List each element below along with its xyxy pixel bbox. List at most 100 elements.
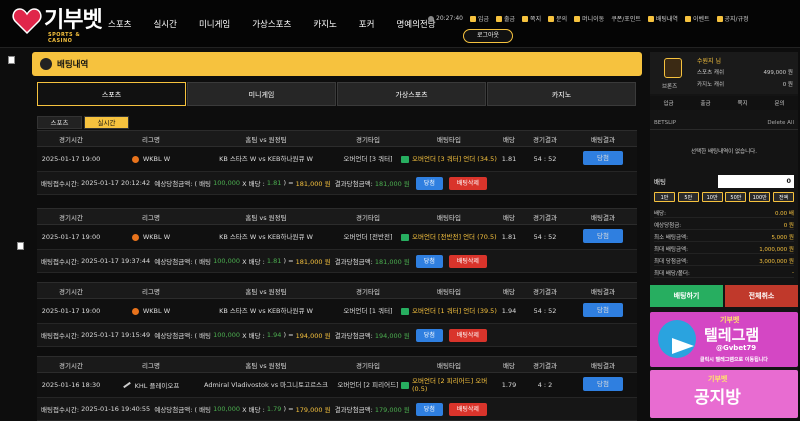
nav-minigame[interactable]: 미니게임 — [199, 18, 230, 30]
place-bet-button[interactable]: 배팅하기 — [650, 285, 723, 307]
vs-label: vs — [258, 307, 266, 315]
paper-plane-icon — [672, 338, 694, 354]
sports-money-row: 스포츠 캐쉬 499,000 원 — [697, 68, 793, 76]
win-button[interactable]: 당첨 — [415, 328, 443, 342]
logo[interactable]: 기부벳 SPORTS & CASINO — [12, 8, 103, 44]
page-title-bar: 배팅내역 — [32, 52, 642, 76]
cancel-all-button[interactable]: 전체취소 — [725, 285, 798, 307]
game-type: 오버언더 [1 쿼터] — [343, 307, 393, 315]
tab-sports[interactable]: 스포츠 — [37, 82, 186, 106]
nav-sports[interactable]: 스포츠 — [108, 18, 131, 30]
header-odds: 배당 — [503, 135, 515, 144]
basketball-icon — [131, 155, 139, 163]
notice-room-banner[interactable]: 기부벳 공지방 — [650, 370, 798, 418]
banner-note: 클릭시 텔레그램으로 이동됩니다 — [700, 357, 768, 363]
result-badge[interactable]: 당첨 — [583, 303, 623, 317]
vs-label: vs — [258, 233, 266, 241]
left-gutter — [0, 48, 30, 415]
delete-bet-button[interactable]: 배팅삭제 — [448, 402, 487, 416]
top-link-bet-history[interactable]: 배팅내역 — [647, 14, 678, 23]
summary-equals: ) = — [283, 257, 294, 265]
nav-poker[interactable]: 포커 — [359, 18, 375, 30]
header-game-type: 경기타입 — [356, 135, 380, 144]
sub-tabs: 스포츠 실시간 — [37, 116, 131, 129]
bet-amount-input[interactable]: 0 — [718, 174, 794, 188]
pick-check-icon — [401, 381, 409, 389]
top-link-coupon[interactable]: 쿠폰/포인트 — [611, 14, 641, 23]
summary-time: 2025-01-16 19:40:55 — [81, 405, 151, 413]
amount-100k-button[interactable]: 10만 — [701, 192, 723, 202]
odds: 1.81 — [501, 155, 517, 163]
summary-odds: 1.81 — [266, 257, 282, 265]
header-bet-type: 배팅타입 — [437, 135, 461, 144]
top-link-event[interactable]: 이벤트 — [684, 14, 710, 23]
summary-result-label: 결과당첨금액: — [334, 258, 373, 266]
mail-icon — [522, 15, 529, 22]
subtab-live[interactable]: 실시간 — [84, 116, 129, 129]
amount-all-button[interactable]: 전액 — [772, 192, 794, 202]
table-row: 2025-01-16 18:30 KHL 플레이오프 Admiral Vladivo… — [37, 373, 637, 398]
win-button[interactable]: 당첨 — [415, 402, 443, 416]
delete-bet-button[interactable]: 배팅삭제 — [448, 176, 487, 190]
nav-live[interactable]: 실시간 — [153, 18, 176, 30]
top-link-notice[interactable]: 공지/규정 — [716, 14, 749, 23]
logout-button[interactable]: 로그아웃 — [463, 29, 513, 43]
delete-all-button[interactable]: Delete All — [767, 120, 794, 127]
amount-500k-button[interactable]: 50만 — [725, 192, 747, 202]
heart-logo-icon — [12, 8, 42, 34]
top-link-deposit[interactable]: 입금 — [469, 14, 489, 23]
bet-table-header: 경기시간 리그명 홈팀 vs 원정팀 경기타입 배팅타입 배당 경기결과 배팅결과 — [37, 356, 637, 373]
top-link-withdraw[interactable]: 출금 — [496, 14, 515, 23]
summary-expected-label: 예상당첨금액: ( 배팅 — [154, 258, 212, 266]
info-value: 1,000,000 원 — [759, 246, 794, 253]
info-min-bet: 최소 배팅금액: 5,000 원 — [654, 232, 794, 242]
result-badge[interactable]: 당첨 — [583, 151, 623, 165]
summary-x-label: X 배당 : — [242, 180, 265, 188]
header-time: 경기시간 — [59, 135, 83, 144]
tab-virtual[interactable]: 가상스포츠 — [337, 82, 486, 106]
header-score: 경기결과 — [533, 135, 557, 144]
odds: 1.94 — [501, 307, 517, 315]
result-badge[interactable]: 당첨 — [583, 377, 623, 391]
clock-time: 20:27:40 — [436, 15, 463, 22]
nav-virtual[interactable]: 가상스포츠 — [252, 18, 291, 30]
summary-expected-win: 194,000 원 — [295, 332, 331, 340]
top-link-inquiry[interactable]: 문의 — [548, 14, 567, 23]
home-team: KB 스타즈 W — [219, 307, 257, 315]
delete-bet-button[interactable]: 배팅삭제 — [448, 328, 487, 342]
level-badge-icon — [664, 58, 682, 78]
quick-message[interactable]: 쪽지 — [737, 99, 747, 107]
top-link-message[interactable]: 쪽지 — [522, 14, 541, 23]
telegram-banner[interactable]: 기부벳 텔레그램 @Gvbet79 클릭시 텔레그램으로 이동됩니다 — [650, 312, 798, 367]
tab-minigame[interactable]: 미니게임 — [187, 82, 336, 106]
away-team: KEB하나원큐 W — [267, 155, 313, 163]
game-type: 오버언더 [3 쿼터] — [343, 155, 393, 163]
quick-deposit[interactable]: 입금 — [663, 99, 673, 107]
summary-odds: 1.79 — [266, 405, 282, 413]
tab-casino[interactable]: 카지노 — [487, 82, 636, 106]
win-button[interactable]: 당첨 — [415, 176, 443, 190]
amount-10k-button[interactable]: 1만 — [654, 192, 675, 202]
top-link-money-move[interactable]: 머니이동 — [574, 14, 604, 23]
hockey-icon — [122, 381, 131, 389]
subtab-sports[interactable]: 스포츠 — [37, 116, 82, 129]
quick-withdraw[interactable]: 출금 — [700, 99, 710, 107]
top-bar: 기부벳 SPORTS & CASINO 스포츠 실시간 미니게임 가상스포츠 카… — [0, 0, 800, 48]
amount-50k-button[interactable]: 5만 — [677, 192, 699, 202]
top-link-label: 쪽지 — [530, 16, 542, 23]
header-score: 경기결과 — [533, 213, 557, 222]
quick-inquiry[interactable]: 문의 — [774, 99, 784, 107]
header-teams: 홈팀 vs 원정팀 — [245, 287, 287, 296]
game-type: 오버언더 [2 피리어드] — [337, 381, 399, 389]
odds: 1.81 — [501, 233, 517, 241]
amount-1m-button[interactable]: 100만 — [749, 192, 771, 202]
result-badge[interactable]: 당첨 — [583, 229, 623, 243]
nav-casino[interactable]: 카지노 — [313, 18, 336, 30]
broken-image-icon — [8, 56, 15, 64]
sports-money-value: 499,000 원 — [763, 70, 793, 76]
main-nav: 스포츠 실시간 미니게임 가상스포츠 카지노 포커 명예의전당 — [108, 18, 458, 30]
match-time: 2025-01-17 19:00 — [41, 155, 101, 163]
bet-record: 경기시간 리그명 홈팀 vs 원정팀 경기타입 배팅타입 배당 경기결과 배팅결과 2025-0… — [37, 356, 637, 421]
delete-bet-button[interactable]: 배팅삭제 — [448, 254, 487, 268]
win-button[interactable]: 당첨 — [415, 254, 443, 268]
